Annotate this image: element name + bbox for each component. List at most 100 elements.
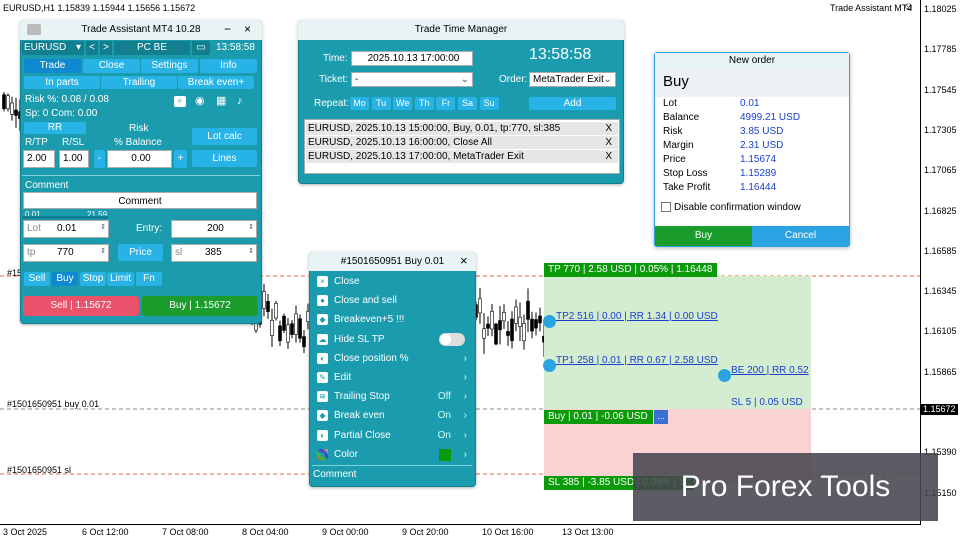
- buy-position-label[interactable]: Buy | 0.01 | -0.06 USD: [544, 410, 653, 424]
- context-menu-item-partial-close[interactable]: ◐ Partial Close On ›: [313, 426, 469, 445]
- repeat-day-sa[interactable]: Sa: [458, 97, 477, 110]
- time-manager-titlebar[interactable]: Trade Time Manager: [298, 20, 624, 40]
- subtab-in-parts[interactable]: In parts: [24, 76, 100, 89]
- add-schedule-button[interactable]: Add: [529, 97, 616, 110]
- pc-be-button[interactable]: PC BE: [114, 41, 190, 55]
- context-menu-item-break-even[interactable]: ◆ Break even On ›: [313, 406, 469, 425]
- context-menu-item-close[interactable]: × Close: [313, 272, 469, 291]
- order-type-select[interactable]: MetaTrader Exit ⌄: [529, 72, 616, 87]
- repeat-day-we[interactable]: We: [393, 97, 413, 110]
- risk-decrease-button[interactable]: -: [94, 150, 105, 168]
- time-input[interactable]: 2025.10.13 17:00:00: [351, 51, 473, 66]
- price-tick-label: 1.16825: [924, 205, 957, 216]
- lot-slider[interactable]: [22, 216, 108, 219]
- schedule-row[interactable]: EURUSD, 2025.10.13 16:00:00, Close All X: [306, 136, 618, 149]
- minimize-icon[interactable]: −: [224, 22, 231, 36]
- order-type-stop[interactable]: Stop: [80, 272, 106, 286]
- candle-body: [294, 313, 298, 335]
- delete-schedule-button[interactable]: X: [605, 150, 612, 163]
- candle-body: [266, 300, 270, 312]
- shield-icon: ◆: [317, 410, 328, 422]
- order-type-limit[interactable]: Limit: [107, 272, 134, 286]
- folder-icon[interactable]: ▭: [192, 41, 210, 55]
- hide-sl-tp-toggle[interactable]: [439, 332, 465, 346]
- sl-field[interactable]: sl 385 ⇕: [171, 244, 257, 262]
- confirm-buy-button[interactable]: Buy: [655, 226, 752, 246]
- prev-symbol-button[interactable]: <: [86, 41, 98, 55]
- disable-confirm-checkbox[interactable]: [661, 202, 671, 212]
- context-menu-item-trailing-stop[interactable]: ≋ Trailing Stop Off ›: [313, 387, 469, 406]
- schedule-row-text: EURUSD, 2025.10.13 17:00:00, MetaTrader …: [308, 151, 524, 162]
- search-icon[interactable]: ⌕: [174, 96, 186, 107]
- repeat-day-th[interactable]: Th: [414, 97, 434, 110]
- close-icon[interactable]: ×: [460, 254, 468, 268]
- order-field-value: 1.16444: [740, 182, 777, 193]
- context-menu-item-close-and-sell[interactable]: ● Close and sell: [313, 291, 469, 310]
- tab-info[interactable]: Info: [200, 59, 257, 73]
- rtp-input[interactable]: 2.00: [23, 150, 55, 168]
- tab-trade[interactable]: Trade: [24, 59, 81, 73]
- order-field-value: 3.85 USD: [740, 126, 784, 137]
- repeat-day-tu[interactable]: Tu: [371, 97, 391, 110]
- context-menu-item-close-position[interactable]: ◐ Close position % ›: [313, 349, 469, 368]
- next-symbol-button[interactable]: >: [100, 41, 112, 55]
- lot-calc-button[interactable]: Lot calc: [192, 128, 257, 145]
- candle-body: [6, 95, 10, 110]
- order-field-value: 1.15289: [740, 168, 777, 179]
- tp-label[interactable]: TP 770 | 2.58 USD | 0.05% | 1.16448: [544, 263, 717, 277]
- context-menu-label: Edit: [334, 372, 352, 383]
- calendar-icon[interactable]: ▦: [216, 96, 228, 107]
- tab-settings[interactable]: Settings: [141, 59, 198, 73]
- context-menu-item-breakeven-5[interactable]: ◆ Breakeven+5 !!!: [313, 310, 469, 329]
- rr-button[interactable]: RR: [24, 122, 86, 134]
- tp2-label[interactable]: TP2 516 | 0.00 | RR 1.34 | 0.00 USD: [556, 311, 718, 322]
- order-type-fn[interactable]: Fn: [136, 272, 162, 286]
- risk-increase-button[interactable]: +: [174, 150, 187, 168]
- candle-body: [530, 318, 534, 332]
- tab-close[interactable]: Close: [83, 59, 140, 73]
- new-order-titlebar[interactable]: New order: [655, 53, 849, 69]
- context-menu-item-edit[interactable]: ✎ Edit ›: [313, 368, 469, 387]
- risk-percent-input[interactable]: 0.00: [107, 150, 172, 168]
- subtab-trailing[interactable]: Trailing: [101, 76, 177, 89]
- sell-button[interactable]: Sell | 1.15672: [23, 296, 139, 316]
- symbol-select[interactable]: EURUSD ▾: [22, 41, 84, 55]
- buy-button[interactable]: Buy | 1.15672: [142, 296, 258, 316]
- candle-body: [478, 298, 482, 314]
- price-tick-label: 1.16345: [924, 286, 957, 297]
- order-type-sell[interactable]: Sell: [24, 272, 50, 286]
- context-menu-item-color[interactable]: ■ Color ›: [313, 445, 469, 464]
- tp1-handle[interactable]: [543, 359, 556, 372]
- tp-field[interactable]: tp 770 ⇕: [23, 244, 109, 262]
- lines-button[interactable]: Lines: [192, 150, 257, 167]
- cancel-button[interactable]: Cancel: [752, 226, 849, 246]
- color-swatch[interactable]: [439, 448, 451, 461]
- divider: [22, 175, 260, 176]
- entry-input[interactable]: 200 ⇕: [171, 220, 257, 238]
- be-label[interactable]: BE 200 | RR 0.52: [731, 365, 809, 376]
- close-icon[interactable]: ×: [244, 22, 251, 36]
- schedule-row[interactable]: EURUSD, 2025.10.13 17:00:00, MetaTrader …: [306, 150, 618, 163]
- be-handle[interactable]: [718, 369, 731, 382]
- tp2-handle[interactable]: [543, 315, 556, 328]
- delete-schedule-button[interactable]: X: [605, 136, 612, 149]
- delete-schedule-button[interactable]: X: [605, 122, 612, 135]
- repeat-day-mo[interactable]: Mo: [350, 97, 369, 110]
- price-button[interactable]: Price: [118, 244, 163, 261]
- repeat-day-su[interactable]: Su: [479, 97, 499, 110]
- ticket-select[interactable]: - ⌄: [351, 72, 473, 87]
- schedule-row[interactable]: EURUSD, 2025.10.13 15:00:00, Buy, 0.01, …: [306, 122, 618, 135]
- subtab-break-even-[interactable]: Break even+: [178, 76, 254, 89]
- chevron-right-icon: ›: [463, 429, 467, 441]
- bell-icon[interactable]: ♪: [237, 96, 249, 107]
- context-menu-item-hide-sl-tp[interactable]: ☁ Hide SL TP: [313, 330, 469, 349]
- comment-input[interactable]: Comment: [23, 192, 257, 209]
- order-type-buy[interactable]: Buy: [52, 272, 78, 286]
- repeat-day-fr[interactable]: Fr: [436, 97, 456, 110]
- lot-field[interactable]: Lot 0.01 ⇕: [23, 220, 109, 238]
- rsl-input[interactable]: 1.00: [59, 150, 89, 168]
- tp1-label[interactable]: TP1 258 | 0.01 | RR 0.67 | 2.58 USD: [556, 355, 718, 366]
- time-tick-label: 8 Oct 04:00: [242, 527, 289, 537]
- position-more-button[interactable]: ...: [654, 410, 668, 424]
- eye-icon[interactable]: ◉: [195, 96, 207, 107]
